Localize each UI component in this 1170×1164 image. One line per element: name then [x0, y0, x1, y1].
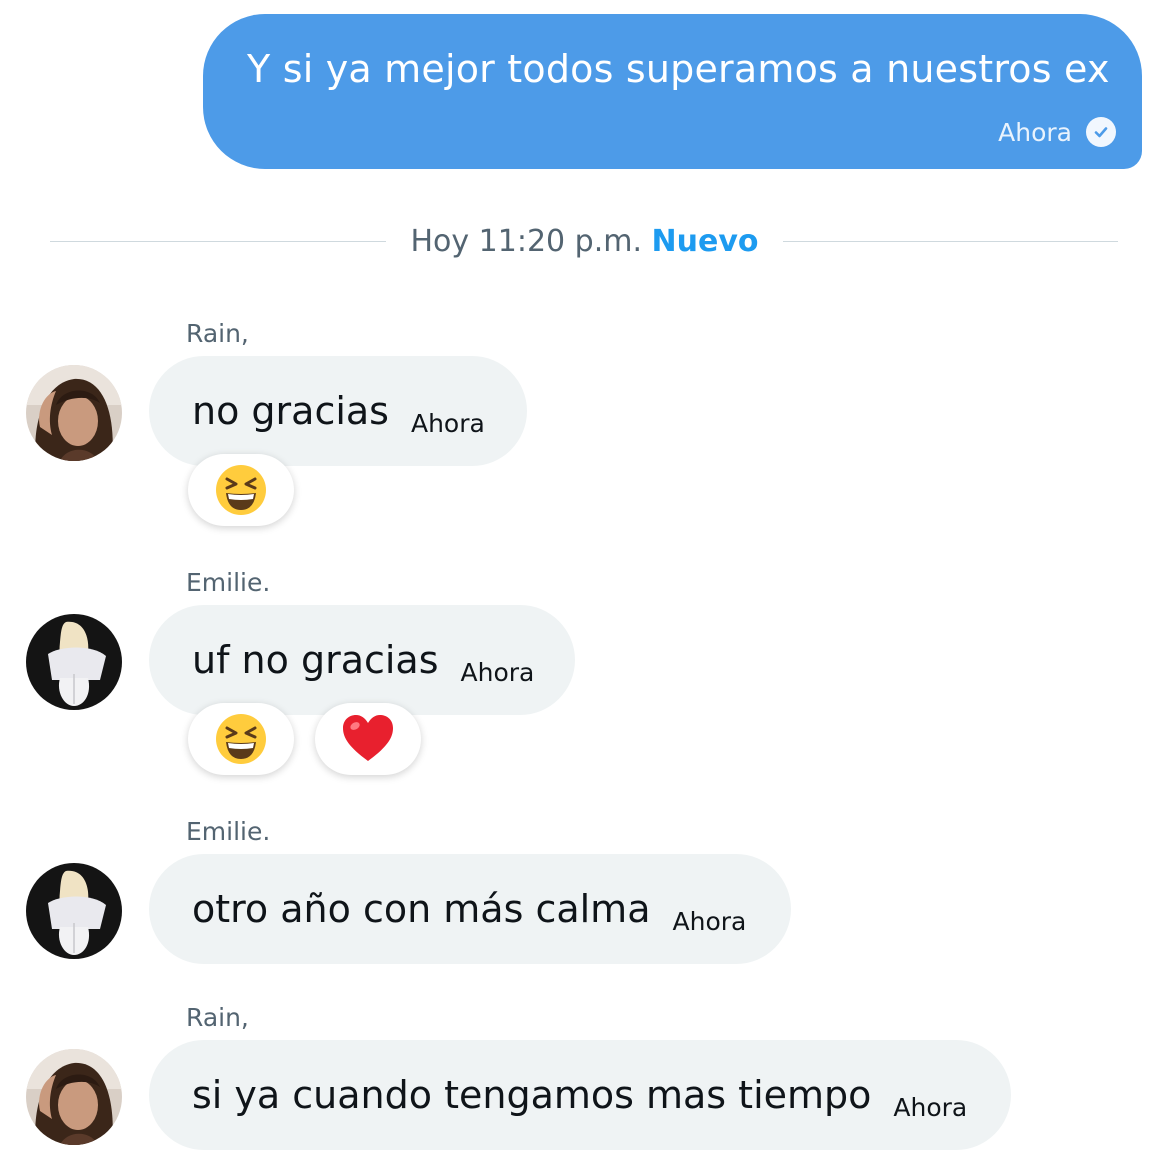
avatar-rain[interactable]	[26, 1049, 122, 1145]
message-text: no gracias	[192, 389, 389, 433]
reaction-grinning-squinting[interactable]	[188, 454, 294, 526]
outgoing-message-time: Ahora	[998, 117, 1072, 147]
message-time: Ahora	[460, 657, 535, 687]
divider-line-right	[783, 241, 1118, 242]
incoming-message-bubble[interactable]: no gracias Ahora	[149, 356, 527, 466]
grinning-squinting-face-emoji	[216, 465, 266, 515]
outgoing-message-bubble[interactable]: Y si ya mejor todos superamos a nuestros…	[203, 14, 1142, 169]
incoming-message-bubble[interactable]: otro año con más calma Ahora	[149, 854, 791, 964]
sender-name: Rain,	[186, 1003, 249, 1032]
new-messages-label: Nuevo	[651, 224, 759, 259]
check-circle-icon	[1086, 117, 1116, 147]
reaction-red-heart[interactable]	[315, 703, 421, 775]
avatar-emilie[interactable]	[26, 863, 122, 959]
message-time: Ahora	[893, 1092, 968, 1122]
outgoing-message-meta: Ahora	[998, 117, 1116, 147]
sender-name: Emilie.	[186, 568, 271, 597]
avatar-emilie[interactable]	[26, 614, 122, 710]
sender-name: Rain,	[186, 319, 249, 348]
message-text: otro año con más calma	[192, 887, 651, 931]
avatar-rain[interactable]	[26, 365, 122, 461]
grinning-squinting-face-emoji	[216, 714, 266, 764]
message-time: Ahora	[672, 906, 747, 936]
divider-line-left	[50, 241, 386, 242]
sender-name: Emilie.	[186, 817, 271, 846]
reaction-grinning-squinting[interactable]	[188, 703, 294, 775]
message-text: uf no gracias	[192, 638, 439, 682]
time-divider: Hoy 11:20 p.m. Nuevo	[386, 222, 783, 262]
red-heart-emoji	[343, 715, 393, 761]
divider-time-label: Hoy 11:20 p.m.	[410, 224, 642, 259]
message-time: Ahora	[410, 408, 485, 438]
message-text: si ya cuando tengamos mas tiempo	[192, 1073, 872, 1117]
outgoing-message-text: Y si ya mejor todos superamos a nuestros…	[247, 47, 1110, 91]
incoming-message-bubble[interactable]: uf no gracias Ahora	[149, 605, 575, 715]
incoming-message-bubble[interactable]: si ya cuando tengamos mas tiempo Ahora	[149, 1040, 1011, 1150]
